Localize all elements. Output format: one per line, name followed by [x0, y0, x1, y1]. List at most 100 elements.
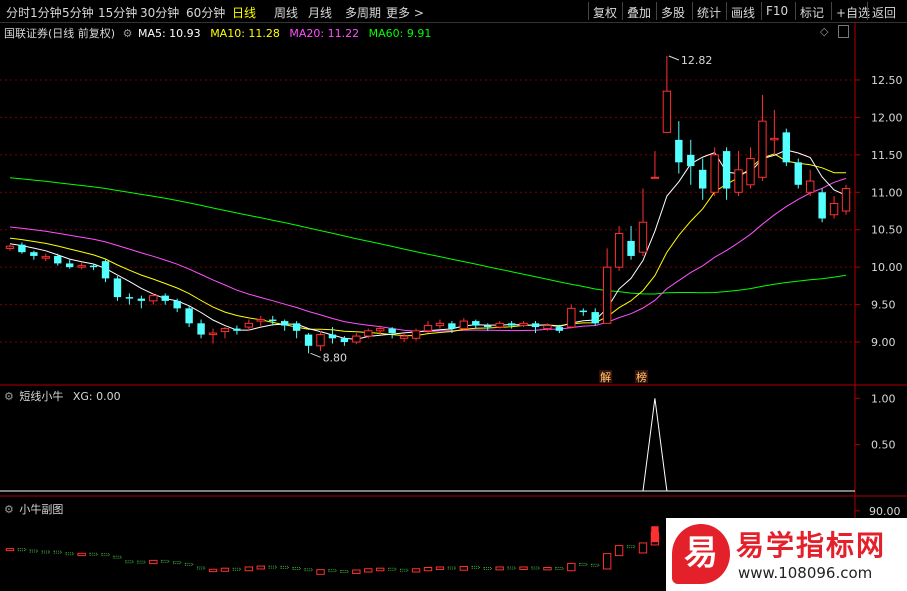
candle-body: [614, 232, 624, 268]
candle-body: [675, 139, 683, 163]
action-button-0[interactable]: 复权: [593, 4, 617, 21]
period-tab-0[interactable]: 分时: [6, 4, 30, 21]
period-tab-2[interactable]: 5分钟: [62, 4, 94, 21]
candle-body: [316, 334, 325, 347]
candle-body: [507, 323, 516, 326]
diamond-icon[interactable]: ◇: [820, 25, 828, 38]
period-tab-6[interactable]: 日线: [232, 4, 256, 21]
candle-body: [699, 169, 707, 189]
action-button-5[interactable]: F10: [766, 4, 788, 18]
candle-body: [5, 245, 15, 249]
action-button-6[interactable]: 标记: [800, 4, 824, 21]
ma60-label: MA60: 9.91: [368, 27, 432, 40]
high-pointer: [668, 55, 680, 61]
action-button-8[interactable]: 返回: [872, 4, 896, 21]
xg-tick-label: 0.50: [871, 439, 896, 452]
candle-body: [687, 154, 695, 167]
low-pointer: [310, 352, 321, 358]
candle-body: [484, 325, 492, 328]
candle-body: [185, 308, 193, 324]
sub-step-bar: [161, 559, 170, 563]
candle-body: [125, 297, 134, 299]
action-button-1[interactable]: 叠加: [627, 4, 651, 21]
ma5-label: MA5: 10.93: [137, 27, 201, 40]
panel-toggle-icon[interactable]: [838, 25, 849, 38]
period-tab-10[interactable]: 更多 >: [386, 4, 424, 21]
period-tab-5[interactable]: 60分钟: [186, 4, 225, 21]
sub-step-bar: [626, 545, 636, 549]
action-button-7[interactable]: +自选: [836, 4, 870, 21]
y-tick-label: 10.50: [871, 224, 903, 237]
candle-body: [543, 325, 552, 330]
candle-body: [448, 323, 456, 329]
xg-line: [10, 398, 846, 492]
sub-step-bar: [447, 566, 457, 570]
sub-step-bar: [220, 567, 230, 572]
sub-step-bar: [387, 567, 397, 571]
sub-step-bar: [399, 568, 409, 572]
candle-body: [591, 312, 599, 324]
candle-body: [41, 256, 51, 259]
candle-body: [794, 162, 802, 185]
candle-body: [841, 188, 851, 212]
sub-step-bar: [364, 568, 373, 573]
candle-body: [65, 263, 74, 268]
candle-body: [531, 323, 540, 328]
period-tab-8[interactable]: 月线: [308, 4, 332, 21]
toolbar-separator: [761, 2, 762, 20]
sub-step-bar: [280, 565, 289, 569]
candle-body: [304, 334, 313, 346]
sub-step-bar: [328, 569, 337, 573]
candle-body: [758, 120, 767, 178]
sub-step-bar: [591, 563, 600, 567]
action-button-4[interactable]: 画线: [731, 4, 755, 21]
period-toolbar: 分时 1分钟 5分钟 15分钟 30分钟 60分钟 日线 周线 月线 多周期 更多 > 复权 叠加 多股统…: [0, 0, 907, 23]
sub-signal-bar: [651, 526, 659, 543]
action-button-3[interactable]: 统计: [697, 4, 721, 21]
xg-value: XG: 0.00: [72, 390, 121, 403]
candle-body: [328, 334, 337, 339]
toolbar-separator: [795, 2, 796, 20]
candle-body: [280, 321, 289, 326]
sub-step-bar: [65, 552, 74, 556]
candle-body: [805, 180, 815, 193]
candle-body: [555, 327, 564, 331]
candle-body: [208, 332, 218, 336]
candle-body: [101, 261, 110, 279]
candle-body: [173, 300, 181, 309]
sub-step-bar: [340, 570, 349, 574]
action-button-2[interactable]: 多股: [661, 4, 685, 21]
candle-body: [579, 310, 587, 313]
low-price-label: 8.80: [323, 351, 348, 364]
ma10-line: [9, 153, 846, 337]
ma10-label: MA10: 11.28: [210, 27, 280, 40]
candle-body: [54, 255, 62, 264]
candle-body: [627, 240, 635, 256]
period-tab-1[interactable]: 1分钟: [30, 4, 62, 21]
period-tab-7[interactable]: 周线: [274, 4, 298, 21]
candle-body: [399, 335, 409, 339]
candle-body: [18, 244, 26, 253]
settings-icon[interactable]: ⚙: [4, 503, 14, 516]
y-tick-label: 11.00: [871, 186, 903, 199]
sub-step-bar: [256, 565, 265, 570]
toolbar-separator: [656, 2, 657, 20]
settings-icon[interactable]: ⚙: [123, 27, 133, 40]
period-tab-9[interactable]: 多周期: [345, 4, 381, 21]
candle-body: [818, 192, 826, 219]
sub-step-bar: [77, 552, 86, 557]
candle-body: [364, 330, 373, 337]
sub-step-bar: [543, 567, 552, 571]
candle-body: [376, 328, 385, 332]
ma5-line: [9, 149, 847, 340]
sub-step-bar: [316, 569, 325, 575]
sub-step-bar: [244, 566, 254, 572]
candle-body: [662, 90, 672, 133]
settings-icon[interactable]: ⚙: [4, 390, 14, 403]
sub-step-bar: [495, 566, 504, 571]
candle-body: [411, 330, 421, 339]
period-tab-4[interactable]: 30分钟: [140, 4, 179, 21]
sub-step-bar: [41, 550, 51, 554]
sub-step-bar: [423, 567, 433, 572]
period-tab-3[interactable]: 15分钟: [98, 4, 137, 21]
